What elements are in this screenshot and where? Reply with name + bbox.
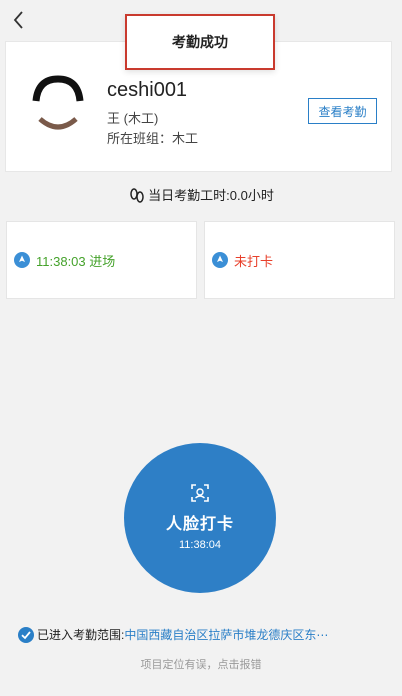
face-scan-icon <box>191 484 209 502</box>
back-arrow-icon <box>13 11 23 29</box>
face-punch-label: 人脸打卡 <box>165 516 234 533</box>
user-name: ceshi001 <box>107 79 188 101</box>
check-circle-icon <box>18 626 34 643</box>
avatar <box>30 75 86 135</box>
punch-in-text: 11:38:03 进场 <box>36 253 116 269</box>
back-button[interactable] <box>8 8 32 32</box>
user-group: 所在班组：木工 <box>107 131 199 146</box>
attendance-range: 已进入考勤范围: 中国西藏自治区拉萨市堆龙德庆区东⋯ <box>18 626 390 643</box>
daily-hours-text: 当日考勤工时:0.0小时 <box>148 188 274 203</box>
punch-in-card: 11:38:03 进场 <box>6 221 197 299</box>
range-prefix: 已进入考勤范围: <box>37 628 125 642</box>
location-pin-icon <box>14 252 30 268</box>
daily-hours: 当日考勤工时:0.0小时 <box>0 185 402 204</box>
punch-out-card: 未打卡 <box>204 221 395 299</box>
report-location-error-link[interactable]: 项目定位有误，点击报错 <box>0 656 402 672</box>
success-toast: 考勤成功 <box>125 14 275 70</box>
punch-out-text: 未打卡 <box>234 253 274 269</box>
range-address: 中国西藏自治区拉萨市堆龙德庆区东⋯ <box>124 628 329 642</box>
view-attendance-button[interactable]: 查看考勤 <box>308 98 377 124</box>
footprint-icon <box>130 187 144 203</box>
location-pin-icon <box>212 252 228 268</box>
face-punch-button[interactable]: 人脸打卡 11:38:04 <box>124 443 276 593</box>
user-role: 王 (木工) <box>107 111 159 126</box>
face-punch-time: 11:38:04 <box>178 539 221 551</box>
